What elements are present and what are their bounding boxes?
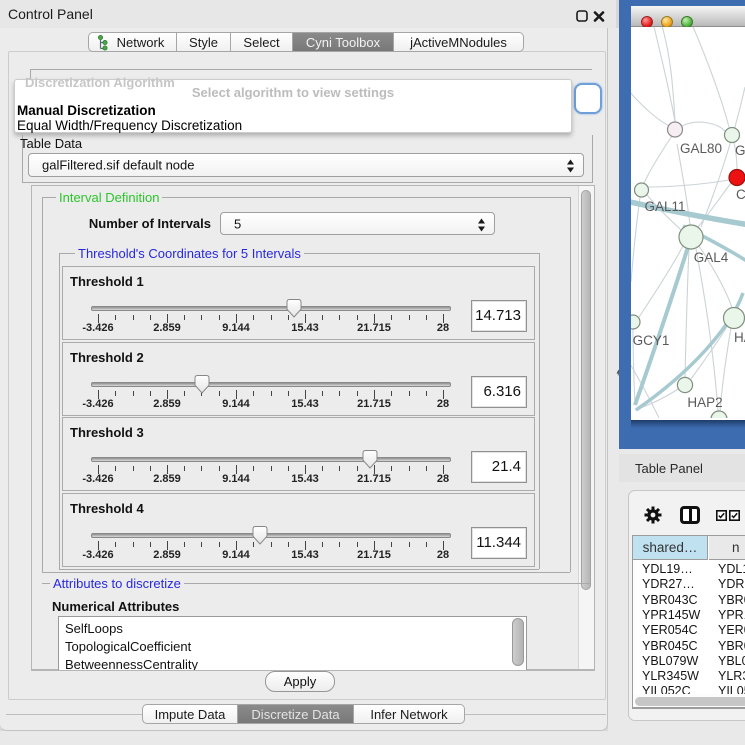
- svg-text:CY: CY: [736, 187, 745, 202]
- svg-text:GAL11: GAL11: [644, 199, 685, 214]
- svg-text:HA: HA: [734, 330, 745, 345]
- svg-text:GAL80: GAL80: [680, 141, 722, 156]
- svg-text:GCY1: GCY1: [633, 333, 670, 348]
- svg-text:HAP2: HAP2: [687, 395, 722, 410]
- svg-text:GAL7: GAL7: [735, 143, 745, 158]
- svg-text:GAL4: GAL4: [694, 250, 729, 265]
